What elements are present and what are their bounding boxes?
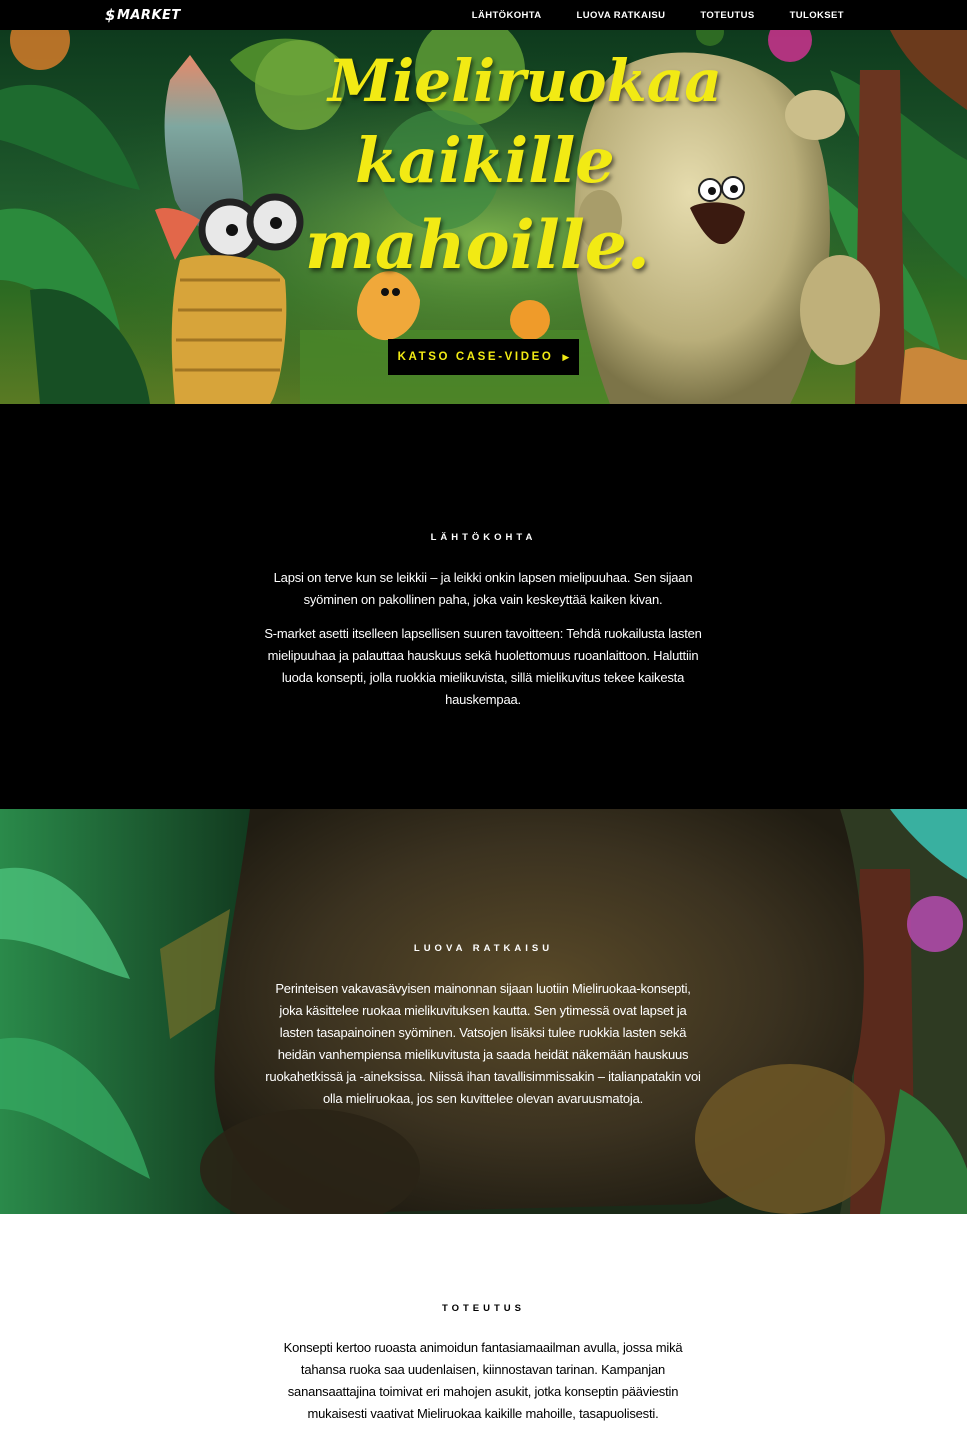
hero-title-line-1: Mieliruokaa bbox=[328, 47, 722, 115]
nav-link-lahtokohta[interactable]: LÄHTÖKOHTA bbox=[472, 10, 542, 21]
smarket-logo[interactable]: $ MARKET bbox=[105, 6, 181, 24]
paragraph: Lapsi on terve kun se leikkii – ja leikk… bbox=[273, 570, 693, 607]
case-video-button-label: KATSO CASE-VIDEO bbox=[397, 351, 554, 363]
section-heading-luova-ratkaisu: LUOVA RATKAISU bbox=[413, 943, 554, 954]
s-logo-icon: $ bbox=[105, 6, 116, 24]
section-toteutus: TOTEUTUS Konsepti kertoo ruoasta animoid… bbox=[0, 1214, 967, 1444]
section-heading-lahtokohta: LÄHTÖKOHTA bbox=[430, 532, 537, 543]
nav-links: LÄHTÖKOHTA LUOVA RATKAISU TOTEUTUS TULOK… bbox=[437, 0, 844, 30]
section-text-lahtokohta: Lapsi on terve kun se leikkii – ja leikk… bbox=[263, 567, 703, 723]
section-heading-toteutus: TOTEUTUS bbox=[441, 1303, 526, 1314]
logo-text: MARKET bbox=[116, 7, 181, 23]
paragraph: S-market asetti itselleen lapsellisen su… bbox=[264, 626, 702, 707]
section-text-toteutus: Konsepti kertoo ruoasta animoidun fantas… bbox=[273, 1337, 693, 1437]
hero-title-line-2: kaikille bbox=[355, 124, 615, 197]
top-nav: $ MARKET LÄHTÖKOHTA LUOVA RATKAISU TOTEU… bbox=[0, 0, 967, 30]
nav-link-luova-ratkaisu[interactable]: LUOVA RATKAISU bbox=[577, 10, 666, 21]
hero-banner: Mieliruokaa kaikille mahoille. KATSO CAS… bbox=[0, 30, 967, 404]
play-arrow-icon: ▶ bbox=[562, 351, 570, 362]
paragraph: Perinteisen vakavasävyisen mainonnan sij… bbox=[265, 981, 701, 1106]
section-text-luova-ratkaisu: Perinteisen vakavasävyisen mainonnan sij… bbox=[263, 978, 703, 1122]
section-lahtokohta: LÄHTÖKOHTA Lapsi on terve kun se leikkii… bbox=[0, 404, 967, 809]
paragraph: Konsepti kertoo ruoasta animoidun fantas… bbox=[283, 1340, 683, 1421]
nav-link-tulokset[interactable]: TULOKSET bbox=[790, 10, 844, 21]
case-video-button[interactable]: KATSO CASE-VIDEO ▶ bbox=[388, 339, 579, 375]
section-luova-ratkaisu: LUOVA RATKAISU Perinteisen vakavasävyise… bbox=[0, 809, 967, 1214]
nav-link-toteutus[interactable]: TOTEUTUS bbox=[700, 10, 754, 21]
hero-title-line-3: mahoille. bbox=[305, 206, 650, 284]
